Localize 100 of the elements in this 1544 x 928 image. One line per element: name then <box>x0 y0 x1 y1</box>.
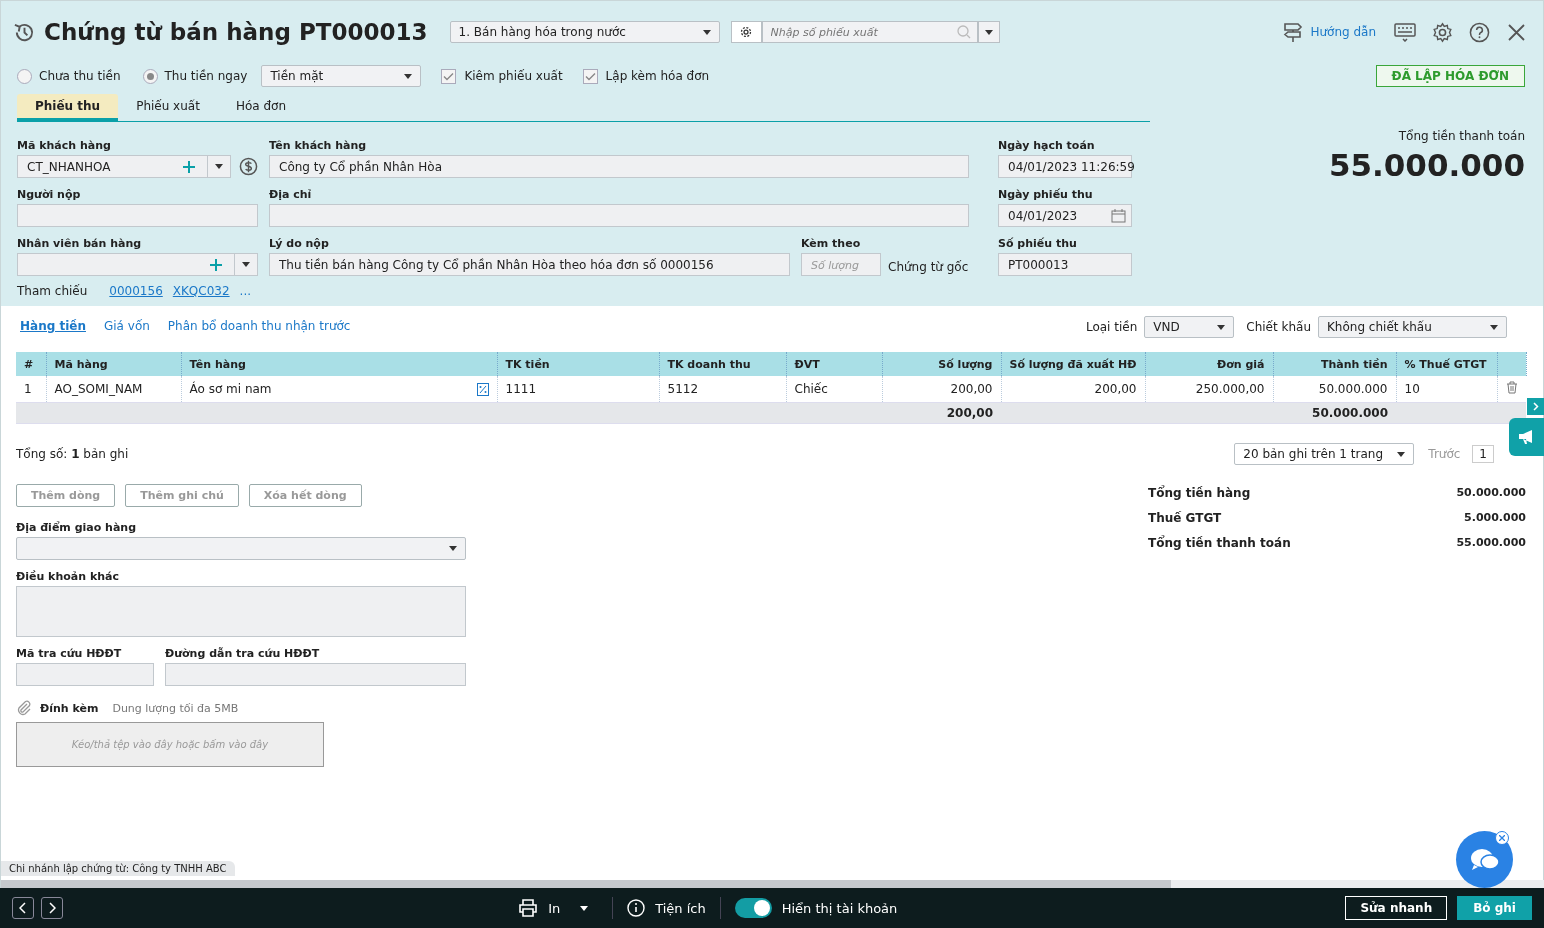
keyboard-icon[interactable] <box>1394 22 1416 42</box>
table-cell: 5112 <box>659 376 786 403</box>
next-button[interactable] <box>41 897 63 919</box>
field-suffix: Chứng từ gốc <box>888 260 969 274</box>
more-link[interactable]: ... <box>239 284 252 298</box>
checkbox[interactable] <box>441 68 457 84</box>
field-label: Mã khách hàng <box>17 139 112 152</box>
percent-icon[interactable] <box>476 382 489 396</box>
chevron-right-icon <box>48 902 56 914</box>
reference-link[interactable]: XKQC032 <box>172 284 230 298</box>
column-header: Số lượng đã xuất HĐ <box>1001 352 1145 376</box>
column-header: Đơn giá <box>1145 352 1273 376</box>
caret-icon <box>404 73 413 79</box>
print-button[interactable]: In <box>548 900 561 916</box>
settings-button[interactable] <box>730 21 762 43</box>
radio-button[interactable] <box>17 68 32 84</box>
lookup-url-field[interactable] <box>165 663 466 686</box>
caret-icon[interactable] <box>580 905 589 911</box>
currency-label: Loại tiền <box>1085 320 1138 334</box>
table-cell: 1 <box>16 376 46 403</box>
printer-icon[interactable] <box>518 899 539 917</box>
dropdown-button[interactable] <box>977 21 1000 43</box>
table-cell: AO_SOMI_NAM <box>46 376 181 403</box>
page-size-select[interactable]: 20 bản ghi trên 1 trang <box>1234 443 1415 465</box>
summary-value: 50.000.000 <box>1312 406 1388 420</box>
total-label: Tổng tiền hàng <box>1148 485 1251 500</box>
column-header: Tên hàng <box>181 352 497 376</box>
settings-icon <box>740 26 753 38</box>
column-header: Số lượng <box>882 352 1001 376</box>
quick-edit-button[interactable]: Sửa nhanh <box>1345 896 1448 920</box>
tab[interactable]: Phiếu thu <box>17 94 119 121</box>
discount-select[interactable]: Không chiết khấu <box>1318 316 1507 338</box>
previous-button[interactable] <box>12 897 34 919</box>
table-cell: 250.000,00 <box>1145 376 1273 403</box>
field-label: Ngày phiếu thu <box>998 188 1094 201</box>
radio-button[interactable] <box>142 68 158 84</box>
field-label: Địa điểm giao hàng <box>16 521 138 534</box>
settings-icon[interactable] <box>1432 21 1453 43</box>
table-cell: Áo sơ mi nam <box>181 376 497 403</box>
toggle-switch[interactable] <box>734 898 772 918</box>
field-label: Tên khách hàng <box>269 139 368 152</box>
receipt-date-field[interactable]: 04/01/2023 <box>998 204 1132 227</box>
guide-link[interactable]: Hướng dẫn <box>1310 25 1376 39</box>
payment-method-select[interactable]: Tiền mặt <box>261 65 422 87</box>
toggle-label: Hiển thị tài khoản <box>781 900 898 916</box>
scrollbar[interactable] <box>1 880 1171 888</box>
customer-name-field[interactable]: Công ty Cổ phần Nhân Hòa <box>269 155 969 178</box>
total-label: Thuế GTGT <box>1148 510 1222 525</box>
close-icon[interactable] <box>1508 23 1525 41</box>
detail-tab[interactable]: Hàng tiền <box>20 319 86 335</box>
search-icon <box>956 25 971 39</box>
table-cell: 1111 <box>497 376 659 403</box>
attachment-hint: Dung lượng tối đa 5MB <box>112 701 239 715</box>
search-input[interactable]: Nhập số phiếu xuất <box>768 24 957 40</box>
page-number[interactable]: 1 <box>1472 445 1494 463</box>
caret-icon <box>215 164 223 169</box>
table-cell: 10 <box>1396 376 1497 403</box>
sale-type-select[interactable]: 1. Bán hàng hóa trong nước <box>449 21 720 43</box>
caret-icon <box>1490 324 1498 330</box>
payer-field[interactable] <box>17 204 258 227</box>
field-label: Điều khoản khác <box>16 570 120 583</box>
checkbox[interactable] <box>582 68 598 84</box>
field-label: Đường dẫn tra cứu HĐĐT <box>165 647 321 660</box>
summary-value: 200,00 <box>946 406 993 420</box>
field-label: Ngày hạch toán <box>998 139 1096 152</box>
lookup-code-field[interactable] <box>16 663 154 686</box>
window-title: Chứng từ bán hàng PT000013 <box>44 19 428 45</box>
field-label: Nhân viên bán hàng <box>17 237 143 250</box>
detail-tab[interactable]: Giá vốn <box>104 319 150 335</box>
terms-field[interactable] <box>16 586 466 637</box>
utilities-button[interactable]: Tiện ích <box>655 900 706 916</box>
record-count: Tổng số: 1 bản ghi <box>16 447 129 461</box>
detail-tab[interactable]: Phân bổ doanh thu nhận trước <box>167 319 351 335</box>
table-cell: 50.000.000 <box>1273 376 1396 403</box>
radio-label: Chưa thu tiền <box>39 69 121 83</box>
megaphone-button[interactable] <box>1509 418 1544 456</box>
caret-icon <box>1397 451 1406 457</box>
address-field[interactable] <box>269 204 969 227</box>
salesperson-field[interactable] <box>17 253 258 276</box>
reason-field[interactable]: Thu tiền bán hàng Công ty Cổ phần Nhân Hòa theo hóa đơn số 0000156 <box>269 253 790 276</box>
search-field[interactable]: Nhập số phiếu xuất <box>761 21 978 43</box>
total-amount: 55.000.000 <box>1328 147 1525 183</box>
receipt-number-field[interactable]: PT000013 <box>998 253 1132 276</box>
caret-icon <box>449 546 457 551</box>
quantity-field[interactable]: Số lượng <box>801 253 881 276</box>
table-cell: Chiếc <box>786 376 882 403</box>
reference-link[interactable]: 0000156 <box>109 284 163 298</box>
customer-code-field[interactable]: CT_NHANHOA <box>17 155 231 178</box>
caret-icon <box>242 262 250 267</box>
field-label: Kèm theo <box>801 237 862 250</box>
help-icon[interactable] <box>1469 21 1490 43</box>
tab[interactable]: Phiếu xuất <box>118 94 218 121</box>
calendar-icon[interactable] <box>1111 208 1126 223</box>
expand-button[interactable] <box>1527 398 1544 415</box>
tab[interactable]: Hóa đơn <box>217 94 304 121</box>
posting-date-field[interactable]: 04/01/2023 11:26:59 <box>998 155 1132 178</box>
dollar-icon[interactable] <box>239 157 258 176</box>
caret-icon <box>984 29 993 35</box>
currency-select[interactable]: VND <box>1144 316 1235 338</box>
trash-icon[interactable] <box>1505 381 1518 394</box>
